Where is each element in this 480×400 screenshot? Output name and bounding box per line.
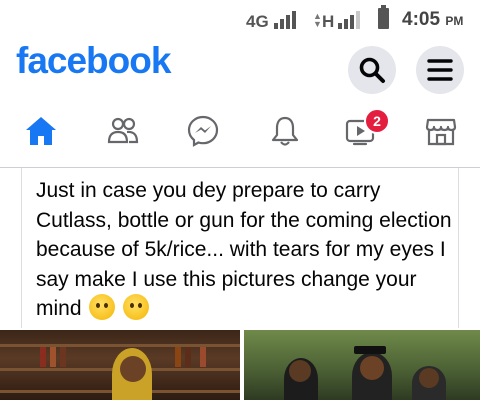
- nav-watch[interactable]: 2: [330, 106, 390, 158]
- marketplace-icon: [425, 118, 457, 146]
- data-arrows-icon: ▲ ▼: [313, 11, 322, 29]
- search-button[interactable]: [348, 46, 396, 94]
- clock: 4:05 PM: [402, 9, 464, 30]
- post-border-left: [21, 168, 22, 328]
- post-photo-1[interactable]: [0, 330, 240, 400]
- pleading-face-emoji: [89, 294, 116, 320]
- app-header: facebook: [0, 38, 480, 98]
- home-icon: [26, 117, 56, 145]
- main-nav: 2: [0, 106, 480, 158]
- nav-divider: [0, 167, 480, 168]
- nav-home[interactable]: [10, 106, 70, 158]
- post-border-right: [458, 168, 459, 328]
- menu-icon: [427, 59, 453, 81]
- signal-icon-2: [338, 11, 366, 29]
- nav-messenger[interactable]: [172, 106, 232, 158]
- nav-marketplace[interactable]: [410, 106, 470, 158]
- status-bar: 4G ▲ ▼ H 4:05 PM: [0, 0, 480, 38]
- messenger-icon: [187, 115, 219, 147]
- nav-notifications[interactable]: [254, 106, 314, 158]
- face-with-hand-over-mouth-emoji: [123, 294, 150, 320]
- menu-button[interactable]: [416, 46, 464, 94]
- notifications-icon: [271, 116, 299, 146]
- friends-icon: [107, 117, 139, 144]
- signal-icon: [274, 11, 302, 29]
- post-photo-2[interactable]: [244, 330, 480, 400]
- network-type-h: H: [322, 12, 335, 31]
- nav-friends[interactable]: [92, 106, 152, 158]
- battery-icon: [378, 5, 389, 29]
- facebook-logo[interactable]: facebook: [16, 40, 171, 82]
- watch-badge: 2: [364, 108, 390, 134]
- search-icon: [359, 57, 385, 83]
- network-type-4g: 4G: [246, 12, 269, 31]
- post-text: Just in case you dey prepare to carry Cu…: [36, 179, 452, 320]
